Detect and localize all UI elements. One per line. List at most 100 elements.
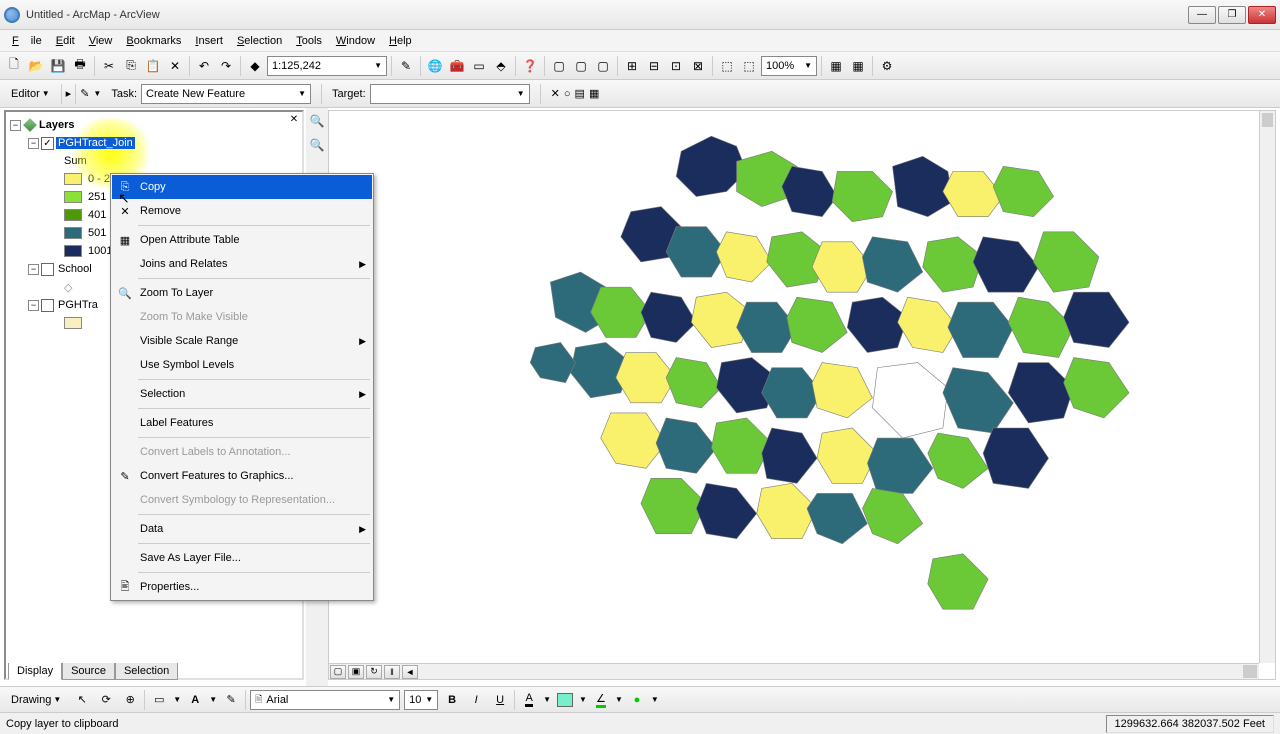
maximize-button[interactable]: ❐ <box>1218 6 1246 24</box>
open-icon[interactable]: 📂 <box>26 56 46 76</box>
close-button[interactable]: ✕ <box>1248 6 1276 24</box>
rectangle-icon[interactable]: ▭ <box>149 690 169 710</box>
menu-view[interactable]: View <box>83 33 119 49</box>
layer-checkbox[interactable] <box>41 263 54 276</box>
toc-tab-selection[interactable]: Selection <box>115 663 178 680</box>
menu-file[interactable]: File <box>6 33 48 49</box>
editor-icon-2[interactable]: ○ <box>564 88 571 100</box>
ctx-zoom-to-layer[interactable]: 🔍Zoom To Layer <box>112 281 372 305</box>
cut-icon[interactable]: ✂ <box>99 56 119 76</box>
scroll-left-icon[interactable]: ◄ <box>402 665 418 679</box>
layer-checkbox[interactable] <box>41 299 54 312</box>
font-size-select[interactable]: 10▼ <box>404 690 438 710</box>
line-color-icon[interactable]: ∠ <box>591 690 611 710</box>
horizontal-scrollbar[interactable]: ▢ ▣ ↻ ‖ ◄ <box>329 663 1259 679</box>
menu-selection[interactable]: Selection <box>231 33 288 49</box>
ctx-open-attribute-table[interactable]: ▦Open Attribute Table <box>112 228 372 252</box>
editor-icon-3[interactable]: ▤ <box>575 87 585 100</box>
editor-menu[interactable]: Editor ▼ <box>4 85 57 103</box>
zoom-elements-icon[interactable]: ⊕ <box>120 690 140 710</box>
toc-tab-display[interactable]: Display <box>8 663 62 680</box>
save-icon[interactable]: 💾 <box>48 56 68 76</box>
vertical-scrollbar[interactable] <box>1259 111 1275 663</box>
ctx-selection[interactable]: Selection▶ <box>112 382 372 406</box>
layer-pghtract-join[interactable]: PGHTract_Join <box>56 137 135 149</box>
editor-toolbar-icon[interactable]: ✎ <box>396 56 416 76</box>
editor-icon-1[interactable]: ✕ <box>551 87 560 100</box>
ctx-use-symbol-levels[interactable]: Use Symbol Levels <box>112 353 372 377</box>
menu-help[interactable]: Help <box>383 33 418 49</box>
toc-tab-source[interactable]: Source <box>62 663 115 680</box>
tb-icon-3[interactable]: ▢ <box>593 56 613 76</box>
toc-root[interactable]: Layers <box>39 119 74 131</box>
expander-icon[interactable]: − <box>10 120 21 131</box>
ctx-copy[interactable]: ⎘Copy <box>112 175 372 199</box>
new-icon[interactable]: 🗋 <box>4 56 24 76</box>
menu-insert[interactable]: Insert <box>189 33 229 49</box>
ctx-save-as-layer-file[interactable]: Save As Layer File... <box>112 546 372 570</box>
model-icon[interactable]: ⬘ <box>491 56 511 76</box>
zoom-input[interactable]: 100%▼ <box>761 56 817 76</box>
font-color-icon[interactable]: A <box>519 690 539 710</box>
ctx-convert-features[interactable]: ✎Convert Features to Graphics... <box>112 464 372 488</box>
sketch-tool-icon[interactable]: ✎ <box>80 87 89 100</box>
refresh-icon[interactable]: ↻ <box>366 665 382 679</box>
zoom-out-icon[interactable]: 🔍 <box>308 136 326 154</box>
layer-pghtra[interactable]: PGHTra <box>56 299 100 311</box>
ctx-joins-relates[interactable]: Joins and Relates▶ <box>112 252 372 276</box>
text-icon[interactable]: A <box>185 690 205 710</box>
print-icon[interactable]: 🖶 <box>70 56 90 76</box>
tb-icon-12[interactable]: ⚙ <box>877 56 897 76</box>
tb-icon-2[interactable]: ▢ <box>571 56 591 76</box>
rotate-icon[interactable]: ⟳ <box>96 690 116 710</box>
expander-icon[interactable]: − <box>28 138 39 149</box>
drawing-menu[interactable]: Drawing ▼ <box>4 691 68 709</box>
layer-checkbox[interactable] <box>41 137 54 150</box>
tb-icon-8[interactable]: ⬚ <box>717 56 737 76</box>
target-input[interactable]: ▼ <box>370 84 530 104</box>
tb-icon-6[interactable]: ⊡ <box>666 56 686 76</box>
ctx-label-features[interactable]: Label Features <box>112 411 372 435</box>
menu-edit[interactable]: Edit <box>50 33 81 49</box>
arccatalog-icon[interactable]: 🌐 <box>425 56 445 76</box>
tb-icon-11[interactable]: ▦ <box>848 56 868 76</box>
tb-icon-5[interactable]: ⊟ <box>644 56 664 76</box>
zoom-in-icon[interactable]: 🔍 <box>308 112 326 130</box>
data-view-icon[interactable]: ▢ <box>330 665 346 679</box>
editor-icon-4[interactable]: ▦ <box>589 87 599 100</box>
command-line-icon[interactable]: ▭ <box>469 56 489 76</box>
scale-input[interactable]: 1:125,242▼ <box>267 56 387 76</box>
pause-icon[interactable]: ‖ <box>384 665 400 679</box>
minimize-button[interactable]: — <box>1188 6 1216 24</box>
tb-icon-9[interactable]: ⬚ <box>739 56 759 76</box>
paste-icon[interactable]: 📋 <box>143 56 163 76</box>
toolbox-icon[interactable]: 🧰 <box>447 56 467 76</box>
menu-tools[interactable]: Tools <box>290 33 328 49</box>
tb-icon-4[interactable]: ⊞ <box>622 56 642 76</box>
toc-close-icon[interactable]: ✕ <box>288 114 300 126</box>
edit-vertices-icon[interactable]: ✎ <box>221 690 241 710</box>
bold-icon[interactable]: B <box>442 690 462 710</box>
select-elements-icon[interactable]: ↖ <box>72 690 92 710</box>
ctx-visible-scale-range[interactable]: Visible Scale Range▶ <box>112 329 372 353</box>
redo-icon[interactable]: ↷ <box>216 56 236 76</box>
menu-window[interactable]: Window <box>330 33 381 49</box>
whats-this-icon[interactable]: ❓ <box>520 56 540 76</box>
menu-bookmarks[interactable]: Bookmarks <box>120 33 187 49</box>
map-view[interactable]: ▢ ▣ ↻ ‖ ◄ <box>328 110 1276 680</box>
font-select[interactable]: 🖹Arial▼ <box>250 690 400 710</box>
copy-icon[interactable]: ⎘ <box>121 56 141 76</box>
layer-school[interactable]: School <box>56 263 94 275</box>
tb-icon-10[interactable]: ▦ <box>826 56 846 76</box>
underline-icon[interactable]: U <box>490 690 510 710</box>
edit-tool-icon[interactable]: ▸ <box>66 87 72 100</box>
delete-icon[interactable]: ✕ <box>165 56 185 76</box>
undo-icon[interactable]: ↶ <box>194 56 214 76</box>
fill-color-icon[interactable] <box>555 690 575 710</box>
marker-color-icon[interactable]: ● <box>627 690 647 710</box>
italic-icon[interactable]: I <box>466 690 486 710</box>
layout-view-icon[interactable]: ▣ <box>348 665 364 679</box>
ctx-properties[interactable]: 🖹Properties... <box>112 575 372 599</box>
task-input[interactable]: Create New Feature▼ <box>141 84 311 104</box>
add-data-icon[interactable]: ◆ <box>245 56 265 76</box>
